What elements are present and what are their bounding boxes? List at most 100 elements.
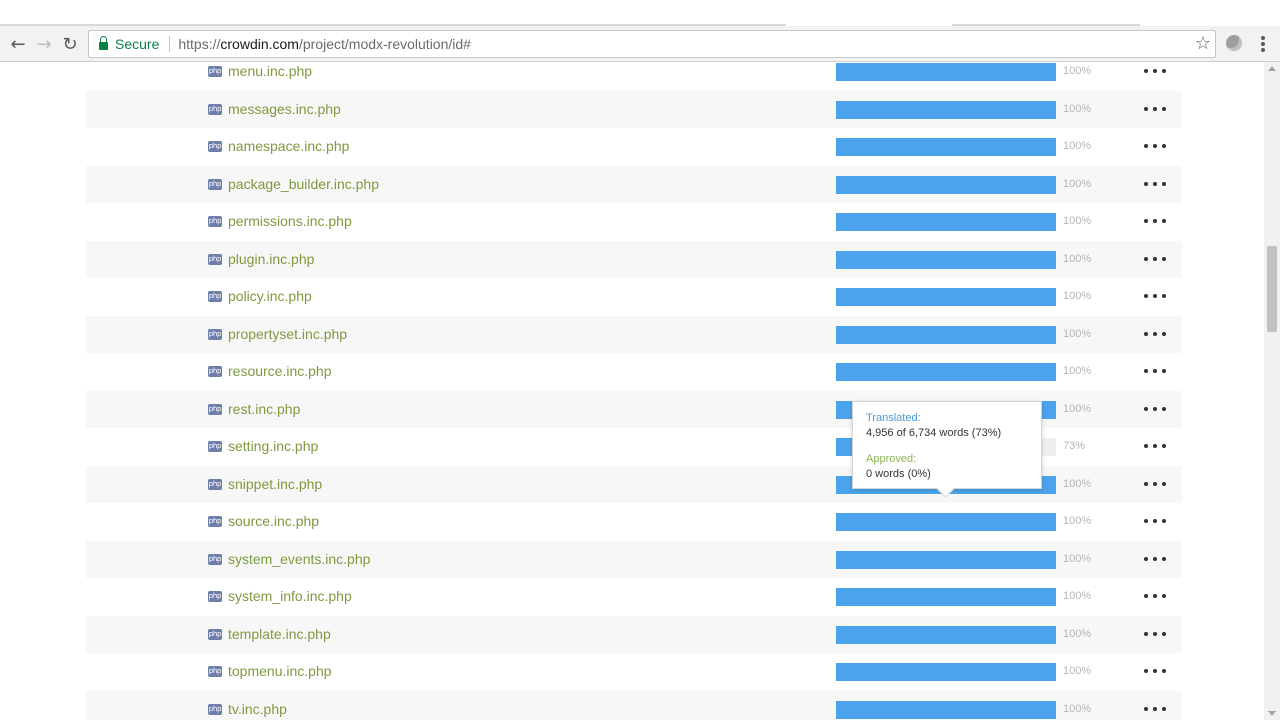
- progress-bar: [836, 288, 1056, 306]
- more-horizontal-icon[interactable]: [1144, 209, 1166, 233]
- progress-percent: 100%: [1063, 665, 1092, 677]
- file-name-link[interactable]: topmenu.inc.php: [228, 663, 332, 679]
- progress-bar: [836, 325, 1056, 344]
- file-name-link[interactable]: propertyset.inc.php: [228, 326, 347, 342]
- more-horizontal-icon[interactable]: [1144, 547, 1166, 571]
- more-horizontal-icon[interactable]: [1144, 397, 1166, 421]
- progress-percent: 100%: [1063, 102, 1092, 115]
- progress-bar-fill: [836, 63, 1056, 81]
- more-horizontal-icon[interactable]: [1144, 97, 1166, 121]
- progress-bar-fill: [836, 625, 1056, 644]
- progress-bar: [836, 100, 1056, 119]
- progress-bar-fill: [836, 700, 1056, 719]
- table-row: php source.inc.php 100%: [86, 503, 1182, 541]
- reload-icon[interactable]: ↻: [58, 32, 82, 56]
- progress-bar: [836, 250, 1056, 269]
- table-row: php propertyset.inc.php 100%: [86, 315, 1182, 353]
- file-name-link[interactable]: template.inc.php: [228, 626, 331, 642]
- progress-bar: [836, 663, 1056, 681]
- progress-bar: [836, 625, 1056, 644]
- table-row: php template.inc.php 100%: [86, 615, 1182, 653]
- file-name-link[interactable]: namespace.inc.php: [228, 138, 349, 154]
- file-name-link[interactable]: plugin.inc.php: [228, 251, 314, 267]
- progress-percent: 100%: [1063, 477, 1092, 490]
- progress-percent: 100%: [1063, 702, 1092, 715]
- progress-bar-fill: [836, 513, 1056, 531]
- php-file-icon: php: [208, 66, 222, 77]
- tooltip-translated-value: 4,956 of 6,734 words (73%): [866, 427, 1002, 439]
- file-name-link[interactable]: system_events.inc.php: [228, 551, 370, 567]
- scroll-up-icon[interactable]: [1268, 66, 1276, 71]
- more-horizontal-icon[interactable]: [1144, 659, 1166, 683]
- php-file-icon: php: [208, 403, 222, 415]
- progress-percent: 100%: [1063, 402, 1092, 415]
- progress-percent: 100%: [1063, 65, 1092, 77]
- url-path: /project/modx-revolution/id#: [298, 36, 471, 52]
- php-file-icon: php: [208, 478, 222, 490]
- more-horizontal-icon[interactable]: [1144, 322, 1166, 346]
- php-file-icon: php: [208, 628, 222, 640]
- file-name-link[interactable]: package_builder.inc.php: [228, 176, 379, 192]
- php-file-icon: php: [208, 591, 222, 602]
- progress-bar: [836, 213, 1056, 231]
- more-horizontal-icon[interactable]: [1144, 584, 1166, 608]
- progress-percent: 100%: [1063, 252, 1092, 265]
- file-name-link[interactable]: tv.inc.php: [228, 701, 287, 717]
- arrow-left-icon[interactable]: ←: [6, 32, 30, 56]
- more-horizontal-icon[interactable]: [1144, 697, 1166, 720]
- progress-bar-fill: [836, 588, 1056, 606]
- progress-bar-fill: [836, 663, 1056, 681]
- table-row: php namespace.inc.php 100%: [86, 128, 1182, 166]
- progress-percent: 100%: [1063, 627, 1092, 640]
- address-bar[interactable]: Secure https:// crowdin.com /project/mod…: [88, 30, 1216, 58]
- file-name-link[interactable]: resource.inc.php: [228, 363, 332, 379]
- file-name-link[interactable]: system_info.inc.php: [228, 588, 352, 604]
- more-horizontal-icon[interactable]: [1144, 359, 1166, 383]
- more-horizontal-icon[interactable]: [1144, 62, 1166, 83]
- file-name-link[interactable]: rest.inc.php: [228, 401, 300, 417]
- progress-bar-fill: [836, 550, 1056, 569]
- table-row: php resource.inc.php 100%: [86, 353, 1182, 391]
- progress-bar-fill: [836, 100, 1056, 119]
- more-horizontal-icon[interactable]: [1144, 247, 1166, 271]
- more-horizontal-icon[interactable]: [1144, 472, 1166, 496]
- php-file-icon: php: [208, 516, 222, 527]
- extension-icon[interactable]: [1226, 35, 1242, 51]
- table-row: php plugin.inc.php 100%: [86, 240, 1182, 278]
- kebab-menu-icon[interactable]: [1256, 34, 1270, 54]
- more-horizontal-icon[interactable]: [1144, 134, 1166, 158]
- star-icon[interactable]: ☆: [1195, 33, 1211, 54]
- more-horizontal-icon[interactable]: [1144, 509, 1166, 533]
- file-name-link[interactable]: source.inc.php: [228, 513, 319, 529]
- scroll-thumb[interactable]: [1267, 246, 1277, 332]
- lock-icon: [99, 36, 108, 50]
- progress-bar-fill: [836, 363, 1056, 381]
- progress-bar-fill: [836, 175, 1056, 194]
- more-horizontal-icon[interactable]: [1144, 172, 1166, 196]
- more-horizontal-icon[interactable]: [1144, 284, 1166, 308]
- progress-percent: 100%: [1063, 215, 1092, 227]
- tooltip-approved-value: 0 words (0%): [866, 468, 931, 480]
- table-row: php package_builder.inc.php 100%: [86, 165, 1182, 203]
- more-horizontal-icon[interactable]: [1144, 434, 1166, 458]
- file-name-link[interactable]: permissions.inc.php: [228, 213, 352, 229]
- progress-bar: [836, 63, 1056, 81]
- file-name-link[interactable]: messages.inc.php: [228, 101, 341, 117]
- progress-bar-fill: [836, 213, 1056, 231]
- progress-bar: [836, 363, 1056, 381]
- file-name-link[interactable]: policy.inc.php: [228, 288, 312, 304]
- file-name-link[interactable]: setting.inc.php: [228, 438, 318, 454]
- scroll-down-icon[interactable]: [1268, 711, 1276, 716]
- table-row: php topmenu.inc.php 100%: [86, 653, 1182, 691]
- php-file-icon: php: [208, 703, 222, 715]
- php-file-icon: php: [208, 291, 222, 302]
- table-row: php permissions.inc.php 100%: [86, 203, 1182, 241]
- php-file-icon: php: [208, 253, 222, 265]
- file-name-link[interactable]: snippet.inc.php: [228, 476, 322, 492]
- tab-strip: [0, 0, 1280, 26]
- arrow-right-icon[interactable]: →: [32, 32, 56, 56]
- more-horizontal-icon[interactable]: [1144, 622, 1166, 646]
- vertical-scrollbar[interactable]: [1264, 62, 1280, 720]
- file-name-link[interactable]: menu.inc.php: [228, 63, 312, 79]
- progress-bar: [836, 550, 1056, 569]
